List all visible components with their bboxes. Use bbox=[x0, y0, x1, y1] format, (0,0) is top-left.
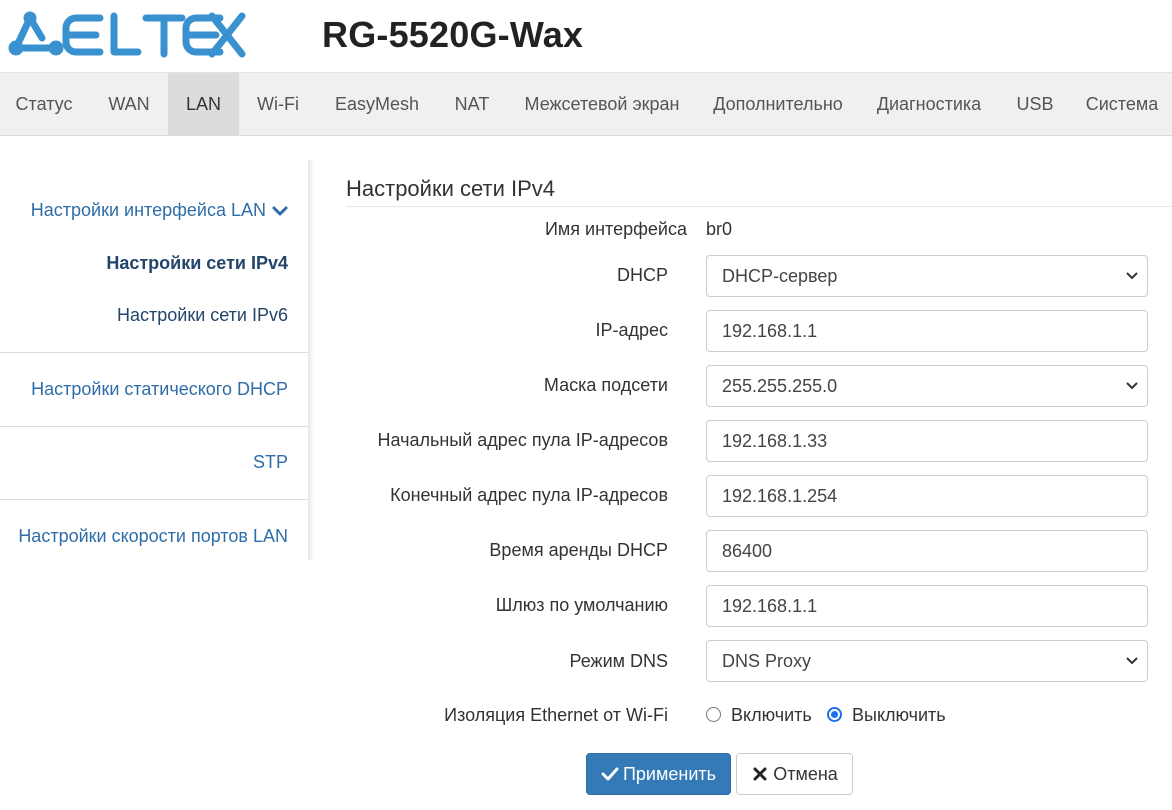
tab-status[interactable]: Статус bbox=[0, 73, 88, 136]
dhcp-select[interactable]: DHCP-сервер bbox=[706, 255, 1148, 297]
tab-nat[interactable]: NAT bbox=[438, 73, 506, 136]
sidebar-shadow bbox=[308, 160, 314, 560]
interface-name-label: Имя интерфейса bbox=[544, 219, 687, 239]
chevron-down-icon bbox=[1126, 382, 1138, 390]
sidebar-divider bbox=[0, 499, 308, 500]
tab-diagnostics[interactable]: Диагностика bbox=[860, 73, 998, 136]
ip-address-input[interactable]: 192.168.1.1 bbox=[706, 310, 1148, 352]
chevron-down-icon bbox=[1126, 657, 1138, 665]
pool-end-input[interactable]: 192.168.1.254 bbox=[706, 475, 1148, 517]
eltex-logo[interactable] bbox=[6, 8, 246, 64]
tab-usb[interactable]: USB bbox=[1000, 73, 1070, 136]
sidebar-item-stp[interactable]: STP bbox=[253, 452, 288, 473]
subnet-mask-select-value: 255.255.255.0 bbox=[722, 376, 838, 396]
tab-advanced[interactable]: Дополнительно bbox=[698, 73, 858, 136]
eltex-logo-graphic bbox=[8, 11, 246, 58]
chevron-down-icon bbox=[272, 206, 288, 216]
isolation-enable-radio[interactable] bbox=[706, 707, 721, 722]
cancel-button[interactable]: Отмена bbox=[736, 753, 853, 795]
interface-name-value: br0 bbox=[706, 219, 733, 239]
cancel-button-label: Отмена bbox=[773, 763, 838, 784]
tab-system[interactable]: Система bbox=[1072, 73, 1172, 136]
pool-start-label: Начальный адрес пула IP-адресов bbox=[377, 430, 668, 450]
ip-address-label: IP-адрес bbox=[595, 320, 668, 340]
pool-end-label: Конечный адрес пула IP-адресов bbox=[390, 485, 668, 505]
gateway-input[interactable]: 192.168.1.1 bbox=[706, 585, 1148, 627]
tab-easymesh[interactable]: EasyMesh bbox=[318, 73, 436, 136]
section-divider bbox=[346, 206, 1172, 207]
sidebar-item-port-speed[interactable]: Настройки скорости портов LAN bbox=[18, 526, 288, 547]
pool-start-input[interactable]: 192.168.1.33 bbox=[706, 420, 1148, 462]
sidebar: Настройки интерфейса LAN Настройки сети … bbox=[0, 160, 314, 560]
header: RG-5520G-Wax bbox=[0, 0, 1172, 72]
dhcp-select-value: DHCP-сервер bbox=[722, 266, 838, 286]
subnet-mask-label: Маска подсети bbox=[543, 375, 668, 395]
tab-firewall[interactable]: Межсетевой экран bbox=[508, 73, 696, 136]
check-icon bbox=[601, 767, 619, 781]
tab-wan[interactable]: WAN bbox=[90, 73, 168, 136]
lease-time-input[interactable]: 86400 bbox=[706, 530, 1148, 572]
isolation-label: Изоляция Ethernet от Wi-Fi bbox=[444, 705, 668, 725]
dhcp-label: DHCP bbox=[616, 265, 668, 285]
isolation-disable-radio[interactable] bbox=[827, 707, 842, 722]
chevron-down-icon bbox=[1126, 272, 1138, 280]
sidebar-item-ipv4[interactable]: Настройки сети IPv4 bbox=[106, 253, 288, 274]
isolation-enable-label[interactable]: Включить bbox=[731, 705, 812, 726]
sidebar-item-lan-interface[interactable]: Настройки интерфейса LAN bbox=[31, 200, 288, 221]
apply-button[interactable]: Применить bbox=[586, 753, 731, 795]
section-title: Настройки сети IPv4 bbox=[346, 176, 555, 201]
tab-wifi[interactable]: Wi-Fi bbox=[241, 73, 315, 136]
sidebar-item-ipv6[interactable]: Настройки сети IPv6 bbox=[117, 305, 288, 326]
dns-mode-label: Режим DNS bbox=[569, 651, 669, 671]
model-title: RG-5520G-Wax bbox=[322, 14, 584, 55]
top-navigation: Статус WAN LAN Wi-Fi EasyMesh NAT Межсет… bbox=[0, 72, 1172, 136]
close-icon bbox=[753, 767, 767, 781]
dns-mode-select-value: DNS Proxy bbox=[722, 651, 812, 671]
subnet-mask-select[interactable]: 255.255.255.0 bbox=[706, 365, 1148, 407]
sidebar-item-static-dhcp[interactable]: Настройки статического DHCP bbox=[31, 379, 288, 400]
sidebar-divider bbox=[0, 352, 308, 353]
apply-button-label: Применить bbox=[622, 763, 716, 784]
sidebar-item-label: Настройки интерфейса LAN bbox=[30, 200, 266, 220]
dns-mode-select[interactable]: DNS Proxy bbox=[706, 640, 1148, 682]
sidebar-divider bbox=[0, 426, 308, 427]
lease-time-label: Время аренды DHCP bbox=[489, 540, 668, 560]
isolation-disable-label[interactable]: Выключить bbox=[852, 705, 946, 726]
gateway-label: Шлюз по умолчанию bbox=[495, 595, 668, 615]
tab-lan[interactable]: LAN bbox=[168, 73, 239, 136]
